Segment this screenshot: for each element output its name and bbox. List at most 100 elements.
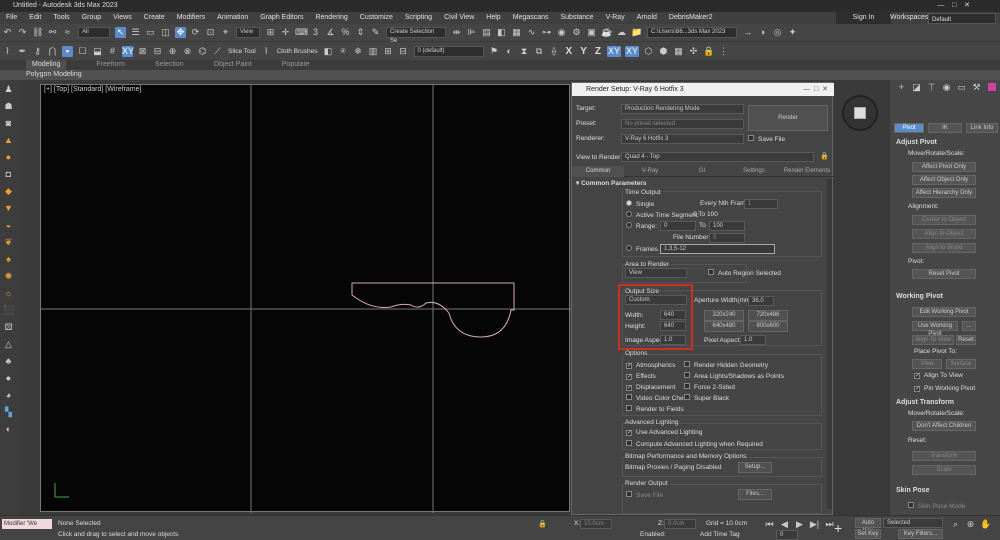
single-radio-dot[interactable] <box>626 200 632 206</box>
snap-toggle-icon[interactable]: 3 <box>310 27 321 38</box>
color-icon[interactable]: ◑ <box>757 27 768 38</box>
play-icon[interactable]: ▶ <box>794 519 805 530</box>
polygon-modeling-panel[interactable]: Polygon Modeling <box>0 70 1000 80</box>
axis-xy-button[interactable]: XY <box>606 45 621 57</box>
opt-area-lights[interactable]: Area Lights/Shadows as Points <box>684 371 784 382</box>
color-swatch[interactable] <box>988 83 996 91</box>
leaf-icon[interactable]: ❦ <box>3 237 14 248</box>
select-object-icon[interactable]: ↖ <box>115 27 126 38</box>
keyboard-shortcut-icon[interactable]: ⌨ <box>295 27 308 38</box>
align-to-world-button[interactable]: Align to World <box>912 243 976 253</box>
goto-start-icon[interactable]: ⏮ <box>764 519 775 530</box>
menu-item[interactable]: Tools <box>53 12 69 24</box>
output-preset-dropdown[interactable]: Custom <box>625 295 687 305</box>
menu-item[interactable]: Scripting <box>405 12 432 24</box>
slice-tool-label[interactable]: Slice Tool <box>228 48 256 55</box>
area-dropdown[interactable]: View <box>625 268 687 278</box>
box-icon[interactable]: ▲ <box>3 135 14 146</box>
render-icon[interactable]: ☕ <box>601 27 612 38</box>
center-to-object-button[interactable]: Center to Object <box>912 215 976 225</box>
tab-pivot[interactable]: Pivot <box>894 122 924 133</box>
view-dropdown[interactable]: Quad 4 - Top <box>621 152 814 162</box>
compute-adv-check[interactable] <box>626 440 632 446</box>
width-field[interactable]: 640 <box>660 310 686 320</box>
motion-icon[interactable]: ◉ <box>941 82 952 93</box>
adjust-transform-header[interactable]: Adjust Transform <box>896 399 954 406</box>
range-to-field[interactable]: 100 <box>709 221 745 231</box>
tool-icon[interactable]: ✦ <box>787 27 798 38</box>
layer-dropdown[interactable]: 0 (default) <box>413 45 484 57</box>
tab-modeling[interactable]: Modeling <box>26 60 67 70</box>
visibility-icon[interactable]: ⍟ <box>338 46 349 57</box>
tool-e-icon[interactable]: ⌬ <box>197 46 208 57</box>
edit-named-sets-icon[interactable]: ✎ <box>370 27 381 38</box>
redo-icon[interactable]: ↷ <box>17 27 28 38</box>
axis-z-button[interactable]: Z <box>595 46 601 57</box>
preset-720x486-button[interactable]: 720x486 <box>748 310 788 321</box>
brush-icon[interactable]: ⌇ <box>2 46 13 57</box>
skin-pose-header[interactable]: Skin Pose <box>896 487 929 494</box>
place-icon[interactable]: ⌖ <box>220 27 231 38</box>
cube2-icon[interactable]: ⬛ <box>3 305 14 316</box>
menu-item[interactable]: V-Ray <box>606 12 625 24</box>
preset-640x480-button[interactable]: 640x480 <box>704 321 744 332</box>
view-icon[interactable]: ◎ <box>772 27 783 38</box>
axis-y-button[interactable]: Y <box>580 46 587 57</box>
frames-dot[interactable] <box>626 245 632 251</box>
tab-common[interactable]: Common <box>572 165 624 177</box>
tool-d-icon[interactable]: ⊗ <box>182 46 193 57</box>
select-manipulate-icon[interactable]: ✛ <box>280 27 291 38</box>
ribbon-toggle-icon[interactable]: ▦ <box>511 27 522 38</box>
opt-check[interactable]: ✓ <box>626 363 632 369</box>
angle-snap-icon[interactable]: ∡ <box>325 27 336 38</box>
sun-icon[interactable]: ✺ <box>3 271 14 282</box>
set-key-button[interactable]: Set Key <box>855 529 881 539</box>
scale-button[interactable]: Scale <box>912 465 976 475</box>
opt-check[interactable] <box>684 383 690 389</box>
use-adv-lighting-checkbox[interactable]: ✓ Use Advanced Lighting <box>626 429 703 436</box>
save-file-checkbox[interactable]: Save File <box>748 135 785 143</box>
opt-render-to-fields[interactable]: Render to Fields <box>626 404 690 415</box>
pan-icon[interactable]: ✋ <box>980 519 991 530</box>
image-aspect-field[interactable]: 1.0 <box>660 335 686 345</box>
tri-icon[interactable]: △ <box>3 339 14 350</box>
menu-item[interactable]: Edit <box>29 12 41 24</box>
pin-working-pivot-checkbox[interactable]: ✓ Pin Working Pivot <box>914 385 975 392</box>
tab-selection[interactable]: Selection <box>155 60 184 70</box>
dont-affect-children-button[interactable]: Don't Affect Children <box>912 421 976 431</box>
layer-extra2-icon[interactable]: ⟠ <box>549 46 560 57</box>
opt-video-color-check[interactable]: Video Color Check <box>626 393 690 404</box>
grid2-icon[interactable]: ▦ <box>673 46 684 57</box>
cells-icon[interactable]: ▚ <box>3 407 14 418</box>
file-number-base-field[interactable]: 0 <box>709 233 745 243</box>
tab-ik[interactable]: IK <box>928 122 962 133</box>
utilities-icon[interactable]: ⚒ <box>971 82 982 93</box>
link-icon[interactable]: ⛓ <box>32 27 43 38</box>
zoom-all-icon[interactable]: ⊕ <box>965 519 976 530</box>
opt-super-black[interactable]: Super Black <box>684 393 784 404</box>
project-path-field[interactable]: C:\Users\86...3ds Max 2023 <box>647 27 737 38</box>
menu-item[interactable]: Substance <box>561 12 594 24</box>
place-view-button[interactable]: View <box>912 359 942 369</box>
mirror-icon[interactable]: ⇹ <box>451 27 462 38</box>
layer-icon[interactable]: ◧ <box>323 46 334 57</box>
snap-active-icon[interactable]: ▪ <box>62 45 73 57</box>
affect-object-only-button[interactable]: Affect Object Only <box>912 175 976 185</box>
render-setup-icon[interactable]: ⚙ <box>571 27 582 38</box>
edit-working-pivot-button[interactable]: Edit Working Pivot <box>912 307 976 317</box>
menu-item[interactable]: Civil View <box>444 12 474 24</box>
tab-freeform[interactable]: Freeform <box>96 60 124 70</box>
save-file-check[interactable] <box>748 135 754 141</box>
pen-icon[interactable]: ✒ <box>17 46 28 57</box>
folder-icon[interactable]: 📁 <box>631 27 642 38</box>
axis-xy-icon[interactable]: XY <box>122 45 134 57</box>
adjust-pivot-header[interactable]: Adjust Pivot <box>896 139 937 146</box>
z-coord-field[interactable]: 0.0cm <box>664 519 696 529</box>
logo-icon[interactable]: ◐ <box>3 424 14 435</box>
schematic-view-icon[interactable]: ⊶ <box>541 27 552 38</box>
skin-pose-check[interactable] <box>908 502 914 508</box>
viewcube-face[interactable] <box>854 107 866 119</box>
key-filters-button[interactable]: Key Filters... <box>898 529 943 539</box>
opt-check[interactable] <box>684 361 690 367</box>
menu-item[interactable]: Views <box>113 12 132 24</box>
